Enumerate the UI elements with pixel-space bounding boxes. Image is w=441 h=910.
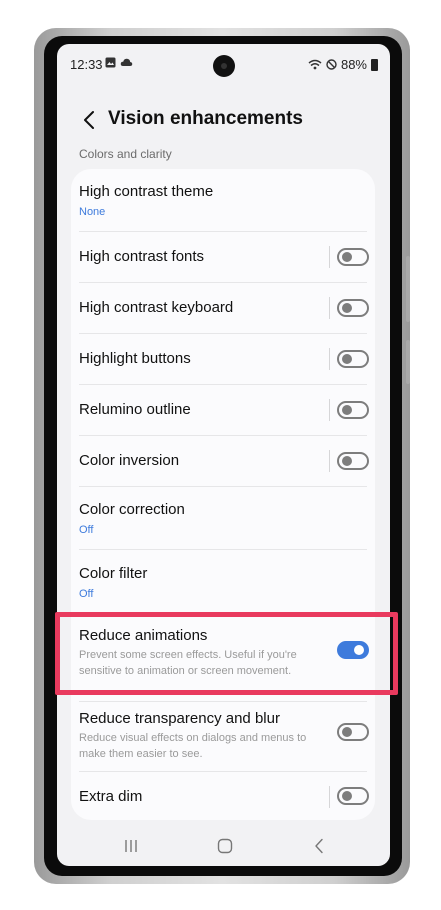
back-chevron-icon [84, 111, 94, 129]
list-item-title: Color correction [79, 501, 185, 518]
list-item-title: Extra dim [79, 788, 143, 805]
list-item-title: Color filter [79, 565, 148, 582]
separator [329, 786, 330, 808]
list-item-value: None [79, 206, 106, 218]
list-item-high-contrast-theme[interactable]: High contrast theme None [71, 169, 375, 231]
home-icon [217, 838, 233, 854]
list-item-title: High contrast fonts [79, 248, 205, 265]
separator [329, 348, 330, 370]
toggle-knob [342, 727, 352, 737]
toggle-knob [342, 456, 352, 466]
back-icon [315, 838, 323, 854]
list-item-high-contrast-keyboard[interactable]: High contrast keyboard [71, 283, 375, 333]
settings-list: High contrast theme None High contrast f… [71, 169, 375, 820]
relumino-outline-toggle[interactable] [337, 401, 369, 419]
list-item-extra-dim[interactable]: Extra dim [71, 772, 375, 820]
volume-button [406, 256, 410, 322]
toggle-knob [342, 354, 352, 364]
list-item-description: Reduce visual effects on dialogs and men… [79, 732, 307, 760]
highlight-box [55, 612, 398, 695]
list-item-color-filter[interactable]: Color filter Off [71, 550, 375, 612]
gallery-icon [105, 57, 116, 68]
high-contrast-fonts-toggle[interactable] [337, 248, 369, 266]
list-item-title: Relumino outline [79, 401, 191, 418]
status-time: 12:33 [70, 57, 103, 72]
high-contrast-keyboard-toggle[interactable] [337, 299, 369, 317]
page-title: Vision enhancements [108, 108, 303, 129]
list-item-color-correction[interactable]: Color correction Off [71, 487, 375, 549]
list-item-title: Color inversion [79, 452, 180, 469]
list-item-title: High contrast keyboard [79, 299, 234, 316]
toggle-knob [342, 405, 352, 415]
list-item-title: Reduce transparency and blur [79, 710, 280, 727]
separator [329, 297, 330, 319]
reduce-transparency-toggle[interactable] [337, 723, 369, 741]
separator [329, 246, 330, 268]
navigation-bar [57, 826, 390, 866]
notification-icons [105, 57, 133, 68]
color-inversion-toggle[interactable] [337, 452, 369, 470]
extra-dim-toggle[interactable] [337, 787, 369, 805]
list-item-high-contrast-fonts[interactable]: High contrast fonts [71, 232, 375, 282]
status-bar: 12:33 88% [57, 44, 390, 86]
recent-apps-icon [125, 840, 137, 852]
separator [329, 399, 330, 421]
app-header: Vision enhancements [57, 104, 390, 136]
front-camera [213, 55, 235, 77]
toggle-knob [342, 303, 352, 313]
battery-percent: 88% [340, 57, 367, 72]
nav-back-button[interactable] [307, 834, 331, 858]
list-item-value: Off [79, 588, 94, 600]
back-button[interactable] [77, 108, 101, 132]
power-button [406, 340, 410, 384]
toggle-knob [342, 791, 352, 801]
list-item-color-inversion[interactable]: Color inversion [71, 436, 375, 486]
battery-icon [371, 58, 378, 71]
wifi-icon [308, 59, 322, 70]
home-button[interactable] [213, 834, 237, 858]
list-item-title: High contrast theme [79, 183, 214, 200]
system-status-icons: 88% [308, 57, 378, 72]
list-item-reduce-transparency[interactable]: Reduce transparency and blur Reduce visu… [71, 702, 375, 772]
cloud-icon [120, 58, 133, 66]
list-item-highlight-buttons[interactable]: Highlight buttons [71, 334, 375, 384]
highlight-buttons-toggle[interactable] [337, 350, 369, 368]
section-label: Colors and clarity [79, 147, 172, 161]
list-item-title: Highlight buttons [79, 350, 191, 367]
toggle-knob [342, 252, 352, 262]
list-item-value: Off [79, 524, 94, 536]
separator [329, 450, 330, 472]
recent-apps-button[interactable] [119, 834, 143, 858]
list-item-relumino-outline[interactable]: Relumino outline [71, 385, 375, 435]
screen: 12:33 88% Vision enhancements Colors and… [57, 44, 390, 866]
do-not-disturb-icon [326, 59, 337, 70]
